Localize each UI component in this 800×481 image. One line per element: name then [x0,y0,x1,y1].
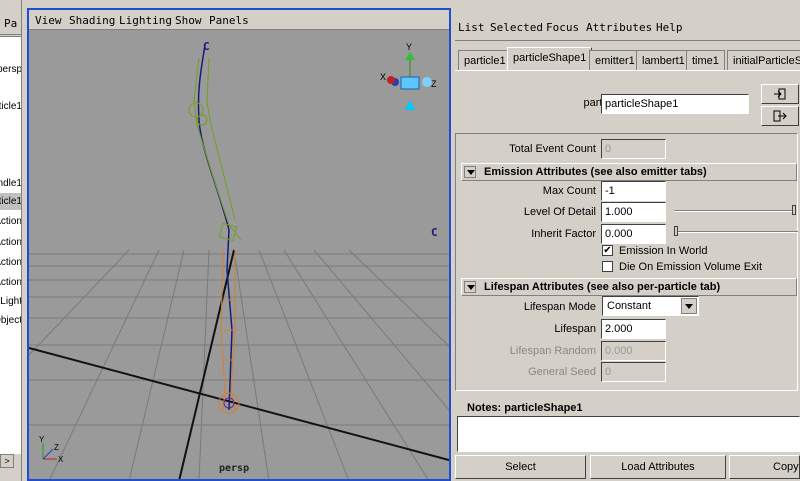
menu-selected[interactable]: Selected [490,21,543,34]
outliner-item[interactable]: defaultObject [0,312,21,329]
menu-view[interactable]: View [35,14,62,27]
menu-show[interactable]: Show [175,14,202,27]
menu-attributes[interactable]: Attributes [586,21,652,34]
axis-y-label: Y [39,435,45,444]
max-count-field[interactable]: -1 [601,181,666,201]
output-arrow-icon [773,110,787,122]
axis-x-label: X [58,455,64,464]
lifespan-mode-dropdown[interactable]: Constant [602,296,699,316]
outliner-list: persp particle1 ikHandle1 particle1 emit… [0,36,21,454]
tab-particleshape1[interactable]: particleShape1 [507,47,593,71]
outliner-panels-menu[interactable]: Pa [4,17,17,30]
gizmo-x-label: X [380,72,386,82]
node-name-field[interactable]: particleShape1 [601,94,749,114]
curve-label: C [431,226,438,239]
menu-list[interactable]: List [458,21,485,34]
emission-header-label: Emission Attributes (see also emitter ta… [484,166,707,178]
lifespan-random-field: 0.000 [601,341,666,361]
outliner-item[interactable]: emitterAction [0,254,21,271]
focus-output-button[interactable] [761,106,799,126]
lifespan-attributes-header[interactable]: Lifespan Attributes (see also per-partic… [461,278,797,296]
general-seed-field: 0 [601,362,666,382]
outliner-separator [0,34,21,35]
tab-particle1[interactable]: particle1 [458,50,512,70]
axis-z-label: Z [54,443,59,452]
select-button[interactable]: Select [455,455,586,479]
notes-label: Notes: particleShape1 [467,402,583,414]
lifespan-mode-label: Lifespan Mode [523,301,596,313]
outliner-scroll-right-button[interactable]: > [0,454,14,468]
menu-divider [455,40,800,41]
general-seed-label: General Seed [528,366,596,378]
focus-input-button[interactable] [761,84,799,104]
outliner-item[interactable]: persp [0,61,21,78]
die-on-exit-checkbox[interactable] [602,261,613,272]
max-count-label: Max Count [542,185,596,197]
tab-lambert1[interactable]: lambert1 [636,50,691,70]
level-of-detail-field[interactable]: 1.000 [601,202,666,222]
inherit-factor-field[interactable]: 0.000 [601,224,666,244]
input-arrow-icon [774,88,786,100]
notes-textarea[interactable] [457,416,800,452]
tab-emitter1[interactable]: emitter1 [589,50,641,70]
level-of-detail-slider[interactable] [674,205,796,215]
outliner-item[interactable]: defaultLight [0,293,21,310]
collapse-triangle-icon[interactable] [464,166,476,178]
curve-label: C [203,40,210,53]
gizmo-z-label: Z [431,79,437,89]
collapse-triangle-icon[interactable] [464,281,476,293]
outliner-item[interactable]: emitterAction [0,213,21,230]
outliner-item[interactable]: emitterAction [0,274,21,291]
load-attributes-button[interactable]: Load Attributes [590,455,726,479]
camera-label: persp [219,463,249,474]
lifespan-header-label: Lifespan Attributes (see also per-partic… [484,281,721,293]
outliner-item[interactable]: ikHandle1 [0,175,21,192]
tab-initialparticlese[interactable]: initialParticleSE [727,50,800,70]
menu-panels[interactable]: Panels [209,14,249,27]
die-on-exit-label: Die On Emission Volume Exit [619,261,763,273]
total-event-count-label: Total Event Count [509,143,596,155]
tab-pane-edge [455,70,800,71]
menu-focus[interactable]: Focus [546,21,579,34]
emission-attributes-header[interactable]: Emission Attributes (see also emitter ta… [461,163,797,181]
lifespan-mode-value: Constant [607,300,652,312]
level-of-detail-label: Level Of Detail [523,206,596,218]
outliner-item[interactable]: emitterAction [0,234,21,251]
chevron-down-icon [681,298,697,314]
lifespan-random-label: Lifespan Random [509,345,596,357]
menu-shading[interactable]: Shading [69,14,115,27]
slider-thumb[interactable] [792,205,796,215]
outliner-item-selected[interactable]: particle1 [0,193,21,210]
gizmo-y-label: Y [406,42,412,52]
outliner-item[interactable]: particle1 [0,98,21,115]
viewport-scene[interactable]: C C Y X Z Y X Z persp [29,30,449,481]
lifespan-field[interactable]: 2.000 [601,319,666,339]
total-event-count-field: 0 [601,139,666,159]
menu-lighting[interactable]: Lighting [119,14,172,27]
menu-help[interactable]: Help [656,21,683,34]
tab-time1[interactable]: time1 [686,50,725,70]
inherit-factor-label: Inherit Factor [531,228,596,240]
inherit-factor-slider[interactable] [674,226,798,236]
emission-in-world-label: Emission In World [619,245,708,257]
lifespan-label: Lifespan [554,323,596,335]
emission-in-world-checkbox[interactable]: ✔ [602,245,613,256]
copy-tab-button[interactable]: Copy Tab [729,455,800,479]
viewport-panel[interactable]: View Shading Lighting Show Panels C C Y … [27,8,451,481]
viewport-menu-bar: View Shading Lighting Show Panels [29,10,449,30]
outliner-panel: Pa persp particle1 ikHandle1 particle1 e… [0,0,22,481]
slider-thumb[interactable] [674,226,678,236]
